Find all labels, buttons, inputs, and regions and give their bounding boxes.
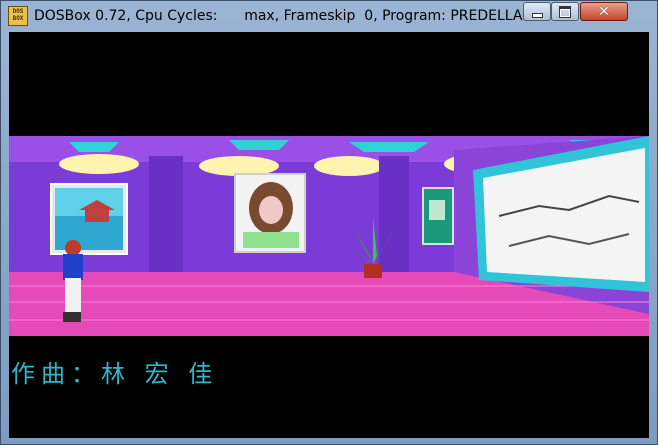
dosbox-app-icon[interactable]: DOS BOX bbox=[8, 6, 28, 26]
dos-screen[interactable]: 作曲：林 宏 佳 bbox=[9, 32, 649, 438]
title-bar[interactable]: DOS BOX DOSBox 0.72, Cpu Cycles: max, Fr… bbox=[1, 1, 657, 33]
window-title: DOSBox 0.72, Cpu Cycles: max, Frameskip … bbox=[34, 8, 523, 24]
minimize-button[interactable] bbox=[523, 2, 551, 21]
close-button[interactable]: ✕ bbox=[580, 2, 628, 21]
minimize-icon bbox=[531, 12, 543, 18]
maximize-icon bbox=[559, 5, 571, 18]
close-icon: ✕ bbox=[598, 3, 610, 20]
painting-pagoda bbox=[50, 183, 128, 255]
painting-portrait bbox=[234, 173, 306, 253]
maximize-button[interactable] bbox=[551, 2, 579, 21]
gallery-scene bbox=[9, 136, 649, 336]
credits-subtitle: 作曲：林 宏 佳 bbox=[11, 360, 219, 388]
painting-small-green bbox=[422, 187, 454, 245]
dosbox-window: DOS BOX DOSBox 0.72, Cpu Cycles: max, Fr… bbox=[0, 0, 658, 445]
